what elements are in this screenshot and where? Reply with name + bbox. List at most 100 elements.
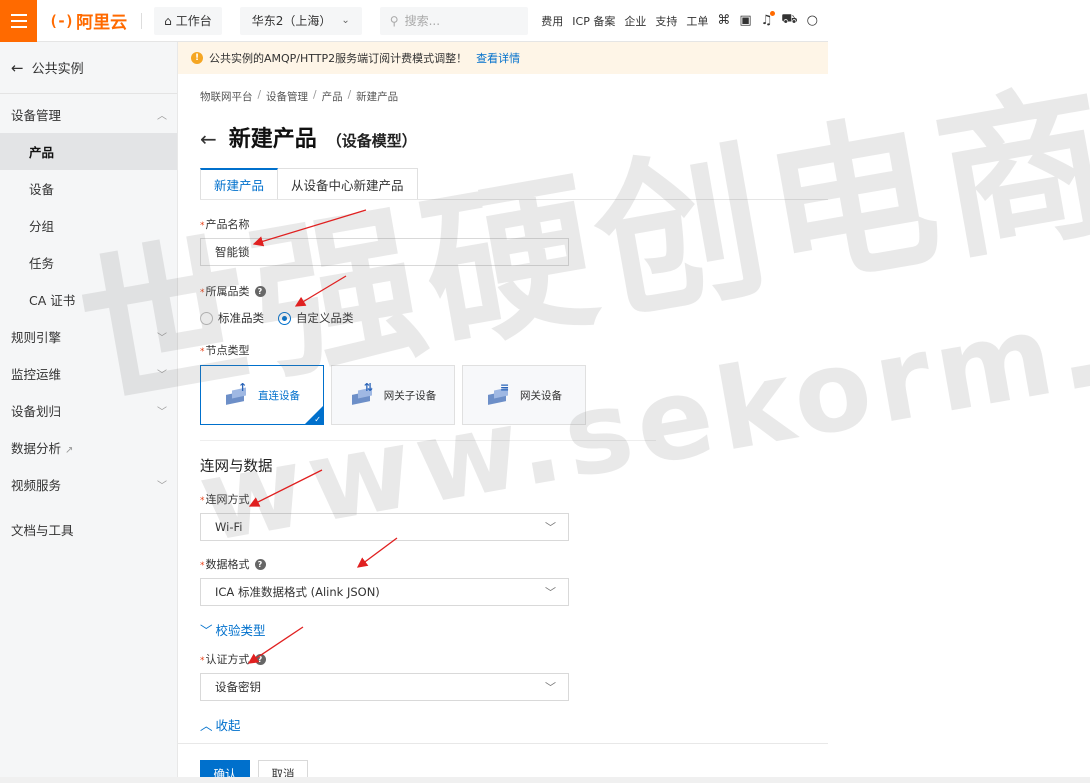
top-link-fees[interactable]: 费用	[541, 13, 563, 29]
search-icon: ⚲	[389, 13, 399, 28]
breadcrumb-item[interactable]: 物联网平台	[200, 89, 253, 104]
category-label: *所属品类 ?	[200, 283, 828, 299]
top-link-enterprise[interactable]: 企业	[624, 13, 646, 29]
data-format-select-value: ICA 标准数据格式 (Alink JSON)	[215, 585, 380, 599]
collapse-toggle-label: 收起	[215, 718, 241, 733]
sidebar-group-video[interactable]: 视频服务 ﹀	[0, 466, 177, 503]
sidebar-item-group[interactable]: 分组	[0, 207, 177, 244]
sidebar-group-monitoring[interactable]: 监控运维 ﹀	[0, 355, 177, 392]
back-to-instance[interactable]: ← 公共实例	[0, 42, 177, 94]
direct-device-icon: ↑	[224, 381, 250, 406]
data-format-label: *数据格式 ?	[200, 556, 828, 572]
help-icon[interactable]: ?	[254, 558, 266, 570]
breadcrumb-item[interactable]: 设备管理	[266, 89, 308, 104]
bell-icon[interactable]: ♫	[761, 11, 775, 28]
sidebar-group-data-analysis[interactable]: 数据分析 ↗	[0, 429, 177, 466]
region-label: 华东2（上海）	[251, 14, 332, 28]
collapse-toggle[interactable]: ︿ 收起	[200, 715, 828, 734]
terminal-icon[interactable]: ▣	[739, 13, 751, 28]
sidebar-group-label: 规则引擎	[11, 330, 62, 345]
sidebar-item-ca-cert[interactable]: CA 证书	[0, 281, 177, 318]
code-icon[interactable]: ⌘	[717, 13, 730, 28]
radio-circle	[200, 311, 213, 325]
required-mark: *	[200, 656, 205, 666]
right-blank-area	[828, 0, 1090, 783]
chevron-down-icon: ⌄	[341, 15, 350, 26]
back-arrow-icon[interactable]: ←	[200, 127, 217, 151]
help-icon[interactable]: ?	[254, 653, 266, 665]
notice-details-link[interactable]: 查看详情	[476, 50, 520, 66]
radio-custom-category[interactable]: 自定义品类	[278, 310, 354, 326]
radio-standard-category[interactable]: 标准品类	[200, 310, 264, 326]
sidebar-item-device[interactable]: 设备	[0, 170, 177, 207]
chevron-down-icon: ﹀	[157, 407, 167, 418]
hamburger-menu-button[interactable]	[0, 0, 37, 42]
sidebar-item-product[interactable]: 产品	[0, 133, 177, 170]
help-icon[interactable]: ?	[254, 285, 266, 297]
sidebar-group-rule-engine[interactable]: 规则引擎 ﹀	[0, 318, 177, 355]
sidebar-group-label-wrap: 数据分析 ↗	[11, 438, 73, 457]
search-input[interactable]: ⚲ 搜索...	[379, 6, 528, 35]
top-link-support[interactable]: 支持	[655, 13, 677, 29]
top-link-icp[interactable]: ICP 备案	[572, 13, 615, 29]
required-mark: *	[200, 221, 205, 231]
data-format-select[interactable]: ICA 标准数据格式 (Alink JSON) ﹀	[200, 578, 569, 606]
arrow-left-icon: ←	[11, 58, 24, 77]
bottom-edge	[0, 777, 1090, 783]
product-name-label-text: 产品名称	[205, 218, 250, 231]
node-card-direct-device[interactable]: ↑ 直连设备 ✓	[200, 365, 324, 425]
search-placeholder: 搜索...	[404, 14, 441, 28]
verify-type-toggle-label: 校验类型	[215, 623, 266, 638]
node-card-label: 网关设备	[520, 389, 562, 402]
product-name-input[interactable]: 智能锁	[200, 238, 569, 266]
network-label-text: 连网方式	[205, 493, 250, 506]
category-label-text: 所属品类	[205, 285, 250, 298]
gateway-device-icon: ≡	[486, 381, 512, 406]
auth-label: *认证方式 ?	[200, 651, 828, 667]
tab-new-product[interactable]: 新建产品	[200, 168, 279, 199]
warning-icon: !	[191, 52, 203, 64]
main-content: ! 公共实例的AMQP/HTTP2服务端订阅计费模式调整！ 查看详情 物联网平台…	[178, 42, 828, 783]
sidebar-group-device-management[interactable]: 设备管理 ︿	[0, 96, 177, 133]
sidebar-group-label: 视频服务	[11, 478, 62, 493]
region-selector[interactable]: 华东2（上海） ⌄	[239, 6, 362, 35]
top-link-ticket[interactable]: 工单	[686, 13, 708, 29]
auth-label-text: 认证方式	[205, 653, 250, 666]
workbench-label: 工作台	[175, 14, 212, 28]
chevron-down-icon: ﹀	[157, 333, 167, 344]
top-links: 费用 ICP 备案 企业 支持 工单 ⌘ ▣ ♫ ⛟ ○	[541, 11, 828, 29]
node-card-label: 直连设备	[258, 389, 300, 402]
product-name-label: *产品名称	[200, 216, 828, 232]
breadcrumb-item[interactable]: 产品	[322, 89, 343, 104]
cart-icon[interactable]: ⛟	[781, 12, 797, 29]
node-card-gateway-sub-device[interactable]: ⇅ 网关子设备	[331, 365, 455, 425]
sidebar-group-label: 文档与工具	[11, 523, 74, 538]
chevron-down-icon: ﹀	[545, 586, 556, 599]
sidebar-group-device-assign[interactable]: 设备划归 ﹀	[0, 392, 177, 429]
verify-type-toggle[interactable]: ﹀ 校验类型	[200, 620, 828, 639]
category-radio-group: 标准品类 自定义品类	[200, 310, 828, 326]
sidebar-group-label: 数据分析	[11, 441, 62, 456]
node-card-gateway-device[interactable]: ≡ 网关设备	[462, 365, 586, 425]
sidebar-group-docs-tools[interactable]: 文档与工具	[0, 511, 177, 548]
notice-text: 公共实例的AMQP/HTTP2服务端订阅计费模式调整！	[209, 52, 468, 65]
sidebar-group-label: 监控运维	[11, 367, 62, 382]
required-mark: *	[200, 288, 205, 298]
network-label: *连网方式	[200, 491, 828, 507]
chevron-down-icon: ﹀	[157, 481, 167, 492]
required-mark: *	[200, 496, 205, 506]
chevron-down-icon: ﹀	[545, 681, 556, 694]
tab-bar: 新建产品 从设备中心新建产品	[200, 168, 828, 200]
node-type-label: *节点类型	[200, 342, 828, 358]
aliyun-logo[interactable]: (-) 阿里云	[49, 8, 127, 34]
back-label: 公共实例	[31, 62, 84, 77]
tab-from-device-center[interactable]: 从设备中心新建产品	[278, 168, 418, 199]
page-subtitle: （设备模型）	[326, 132, 417, 150]
workbench-button[interactable]: ⌂ 工作台	[154, 6, 222, 35]
required-mark: *	[200, 347, 205, 357]
network-select[interactable]: Wi-Fi ﹀	[200, 513, 569, 541]
radio-label: 自定义品类	[296, 311, 354, 325]
lightbulb-icon[interactable]: ○	[807, 13, 818, 28]
auth-select[interactable]: 设备密钥 ﹀	[200, 673, 569, 701]
sidebar-item-task[interactable]: 任务	[0, 244, 177, 281]
